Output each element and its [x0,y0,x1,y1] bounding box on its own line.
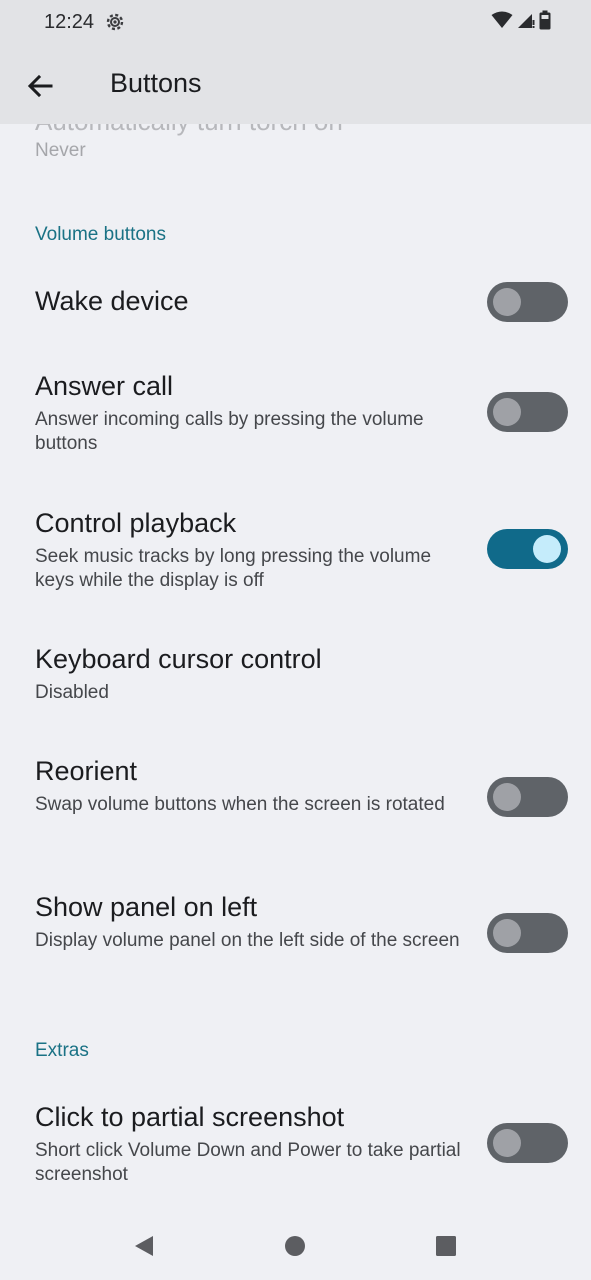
control-playback-item[interactable]: Control playback Seek music tracks by lo… [0,492,591,604]
control-playback-switch[interactable] [487,529,568,569]
answer-call-summary: Answer incoming calls by pressing the vo… [35,409,424,454]
control-playback-summary: Seek music tracks by long pressing the v… [35,546,432,591]
navigation-bar [0,1210,591,1280]
section-header-volume-buttons: Volume buttons [35,224,166,245]
reorient-title: Reorient [35,756,138,786]
wifi-icon [491,11,513,34]
status-bar: 12:24 [0,0,591,46]
reorient-summary: Swap volume buttons when the screen is r… [35,794,445,815]
back-triangle-icon[interactable] [133,1235,155,1262]
switch-thumb [533,535,561,563]
show-panel-on-left-title: Show panel on left [35,892,258,922]
recents-square-icon[interactable] [435,1235,457,1262]
partial-screenshot-title: Click to partial screenshot [35,1102,345,1132]
reorient-item[interactable]: Reorient Swap volume buttons when the sc… [0,740,591,852]
show-panel-on-left-item[interactable]: Show panel on left Display volume panel … [0,876,591,988]
switch-thumb [493,288,521,316]
show-panel-on-left-summary: Display volume panel on the left side of… [35,930,460,951]
signal-icon [517,11,535,34]
status-time: 12:24 [44,11,95,33]
page-title: Buttons [110,68,202,98]
gear-icon [105,12,125,32]
show-panel-on-left-switch[interactable] [487,913,568,953]
partial-screenshot-switch[interactable] [487,1123,568,1163]
switch-thumb [493,398,521,426]
switch-thumb [493,783,521,811]
section-header-extras: Extras [35,1040,89,1061]
wake-device-switch[interactable] [487,282,568,322]
keyboard-cursor-control-item[interactable]: Keyboard cursor control Disabled [0,628,591,718]
answer-call-item[interactable]: Answer call Answer incoming calls by pre… [0,355,591,467]
wake-device-title: Wake device [35,286,189,316]
partial-screenshot-item[interactable]: Click to partial screenshot Short click … [0,1086,591,1198]
arrow-left-icon[interactable] [24,70,56,102]
answer-call-switch[interactable] [487,392,568,432]
torch-setting-summary: Never [35,140,86,161]
wake-device-item[interactable]: Wake device [0,262,591,342]
switch-thumb [493,1129,521,1157]
partial-screenshot-summary: Short click Volume Down and Power to tak… [35,1140,461,1185]
answer-call-title: Answer call [35,371,174,401]
keyboard-cursor-control-summary: Disabled [35,682,109,703]
switch-thumb [493,919,521,947]
keyboard-cursor-control-title: Keyboard cursor control [35,644,322,674]
reorient-switch[interactable] [487,777,568,817]
status-icons [491,10,551,35]
battery-icon [539,10,551,35]
control-playback-title: Control playback [35,508,237,538]
app-bar: Buttons [0,46,591,124]
home-circle-icon[interactable] [284,1235,306,1262]
